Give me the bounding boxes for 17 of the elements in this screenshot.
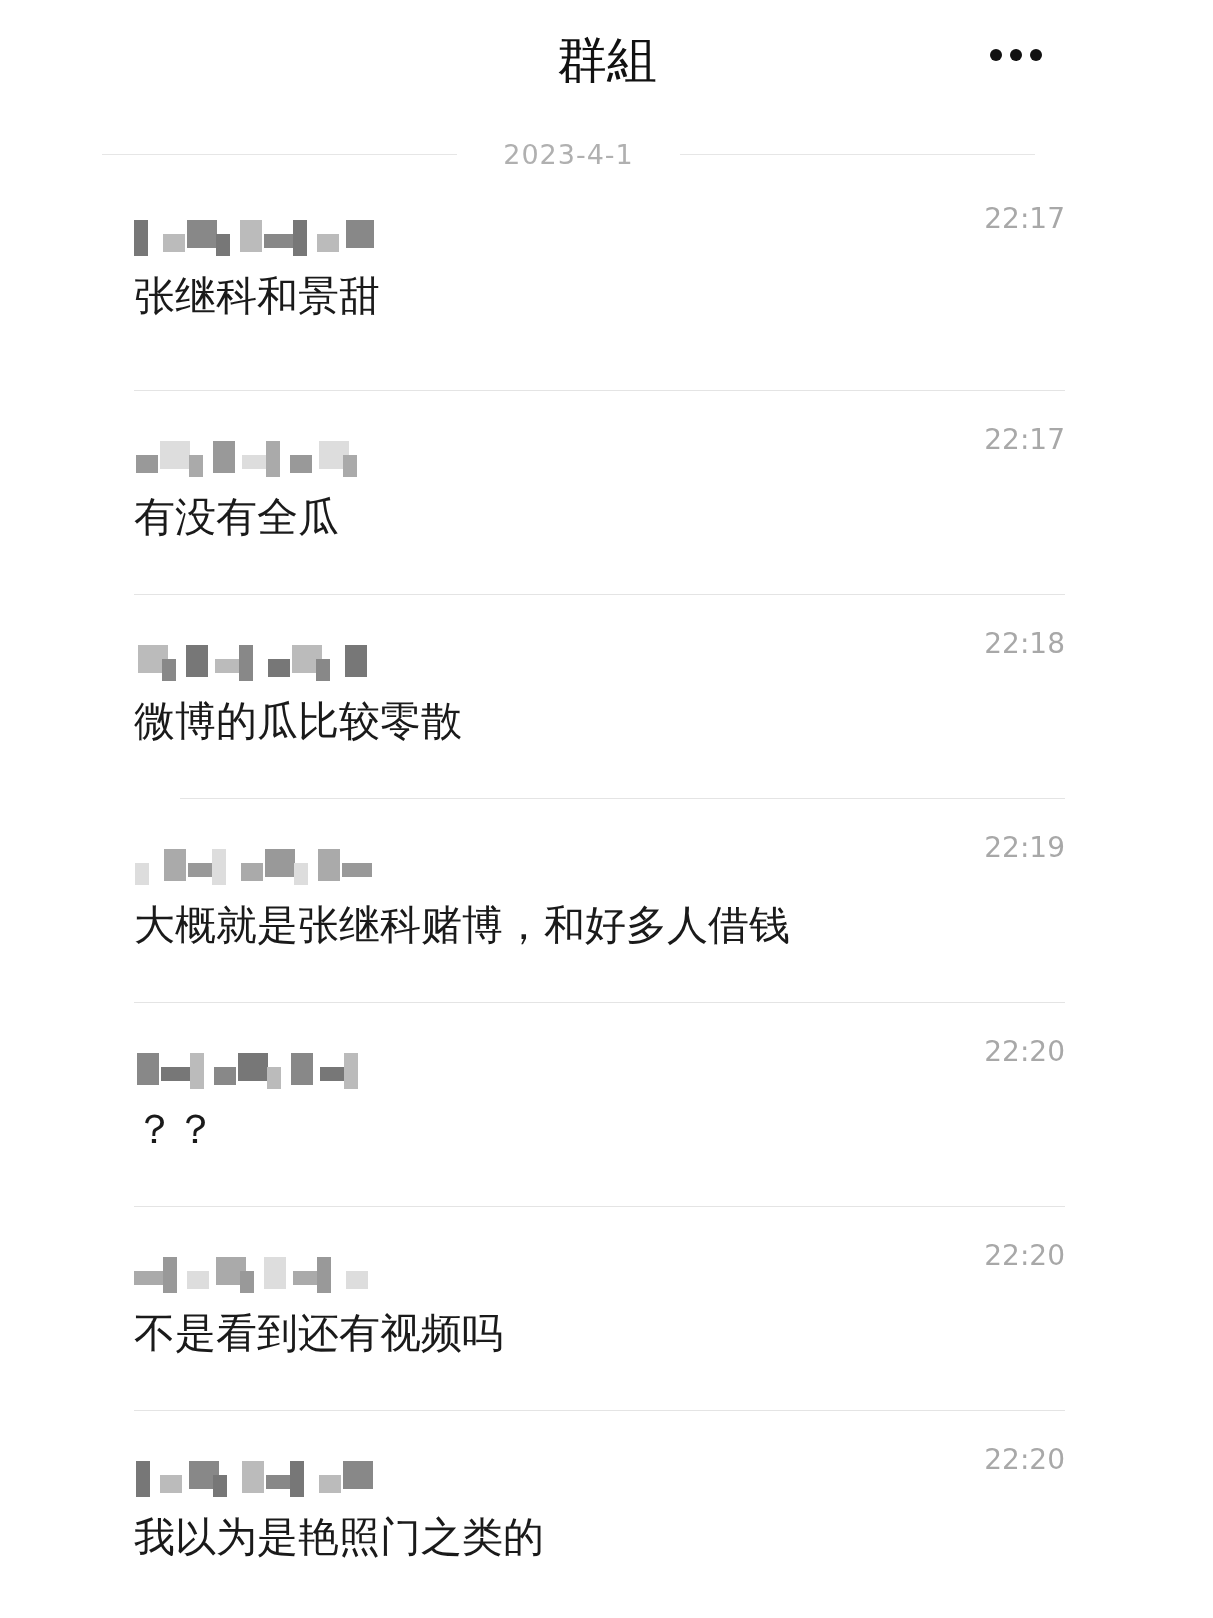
message-time: 22:17	[984, 423, 1065, 456]
message-text: 有没有全瓜	[134, 493, 339, 541]
message-text: ？？	[134, 1105, 216, 1153]
message-time: 22:20	[984, 1443, 1065, 1476]
message-text: 微博的瓜比较零散	[134, 697, 462, 745]
date-label: 2023-4-1	[503, 138, 634, 170]
message-text: 不是看到还有视频吗	[134, 1309, 503, 1357]
message-time: 22:19	[984, 831, 1065, 864]
more-icon[interactable]	[989, 48, 1043, 62]
chat-title: 群組	[556, 30, 657, 91]
message-time: 22:20	[984, 1035, 1065, 1068]
message-text: 大概就是张继科赌博，和好多人借钱	[134, 901, 790, 949]
message-text: 我以为是艳照门之类的	[134, 1513, 544, 1561]
message-time: 22:18	[984, 627, 1065, 660]
message-text: 张继科和景甜	[134, 272, 380, 320]
message-time: 22:17	[984, 202, 1065, 235]
message-time: 22:20	[984, 1239, 1065, 1272]
